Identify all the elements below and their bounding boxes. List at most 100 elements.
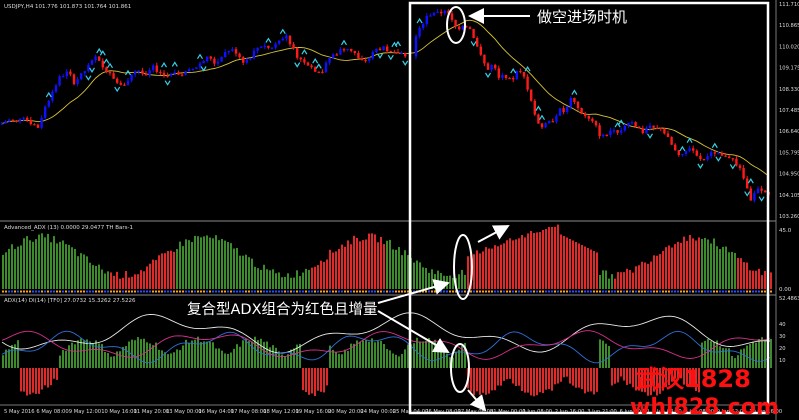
price-tick-label: 111.710: [779, 2, 799, 8]
signal-dot: [731, 290, 733, 293]
adx-bar: [365, 340, 367, 368]
adx-bar: [23, 368, 25, 392]
signal-dot: [371, 290, 373, 293]
signal-dot: [665, 290, 667, 293]
adx-bar: [275, 347, 277, 368]
composite-annotation: 复合型ADX组合为红色且增量: [187, 300, 378, 318]
hist-bar: [344, 246, 346, 289]
adx-bar: [335, 352, 337, 368]
adx-bar: [362, 340, 364, 368]
signal-dot: [86, 290, 88, 293]
signal-dot: [725, 290, 727, 293]
adx-bar: [89, 341, 91, 368]
signal-dot: [104, 290, 106, 293]
signal-dot: [182, 290, 184, 293]
hist-bar: [539, 232, 541, 289]
hist-bar: [566, 237, 568, 289]
indicator-tick-label: 30: [779, 334, 786, 340]
signal-dot: [479, 290, 481, 293]
hist-bar: [53, 236, 55, 289]
hist-bar: [515, 239, 517, 289]
adx-bar: [389, 350, 391, 368]
hist-bar: [413, 262, 415, 289]
signal-dot: [332, 290, 334, 293]
signal-dot: [518, 290, 520, 293]
signal-dot: [326, 290, 328, 293]
signal-dot: [473, 290, 475, 293]
signal-dot: [41, 290, 43, 293]
hist-bar: [200, 237, 202, 289]
adx-bar: [566, 368, 568, 377]
adx-bar: [500, 368, 502, 386]
hist-bar: [368, 233, 370, 289]
signal-dot: [659, 290, 661, 293]
hist-bar: [740, 258, 742, 289]
adx-bar: [551, 368, 553, 391]
time-tick-label: 6 May 08:00: [36, 409, 68, 415]
signal-dot: [248, 290, 250, 293]
signal-dot: [65, 290, 67, 293]
signal-dot: [221, 290, 223, 293]
hist-bar: [68, 244, 70, 289]
hist-bar: [314, 266, 316, 289]
signal-dot: [329, 290, 331, 293]
signal-dot: [392, 290, 394, 293]
time-tick-label: 9 May 12:00: [69, 409, 101, 415]
adx-bar: [53, 368, 55, 379]
hist-bar: [680, 242, 682, 289]
adx-bar: [236, 344, 238, 368]
adx-bar: [491, 368, 493, 391]
hist-bar: [755, 270, 757, 289]
candle: [90, 59, 94, 65]
signal-dot: [44, 290, 46, 293]
signal-dot: [683, 290, 685, 293]
hist-bar: [149, 263, 151, 289]
hist-bar: [176, 249, 178, 289]
hist-bar: [209, 237, 211, 289]
adx-bar: [593, 368, 595, 395]
adx-bar: [422, 341, 424, 368]
hist-bar: [377, 242, 379, 289]
adx-bar: [20, 368, 22, 392]
adx-bar: [560, 368, 562, 382]
hist-bar: [272, 269, 274, 289]
hist-bar: [320, 260, 322, 289]
adx-bar: [65, 350, 67, 368]
hist-bar: [110, 272, 112, 289]
signal-dot: [236, 290, 238, 293]
signal-dot: [365, 290, 367, 293]
adx-bar: [128, 341, 130, 368]
adx-bar: [590, 368, 592, 392]
hist-bar: [275, 273, 277, 289]
signal-dot: [293, 290, 295, 293]
adx-bar: [578, 368, 580, 388]
signal-dot: [257, 290, 259, 293]
hist-bar: [113, 275, 115, 289]
hist-bar: [443, 275, 445, 289]
candle: [58, 74, 61, 87]
hist-bar: [593, 251, 595, 289]
adx-bar: [395, 354, 397, 368]
candle: [382, 45, 385, 51]
signal-dot: [647, 290, 649, 293]
hist-bar: [278, 272, 280, 289]
hist-bar: [266, 269, 268, 289]
adx-bar: [626, 368, 628, 385]
price-tick-label: 107.485: [779, 108, 799, 114]
signal-dot: [341, 290, 343, 293]
hist-bar: [485, 247, 487, 289]
hist-bar: [647, 263, 649, 289]
signal-dot: [308, 290, 310, 293]
signal-dot: [209, 290, 211, 293]
hist-bar: [734, 252, 736, 289]
signal-dot: [116, 290, 118, 293]
signal-dot: [254, 290, 256, 293]
signal-dot: [113, 290, 115, 293]
time-tick-label: 5 May 2016: [4, 409, 35, 415]
hist-bar: [626, 268, 628, 289]
signal-dot: [536, 290, 538, 293]
signal-dot: [539, 290, 541, 293]
adx-bar: [179, 350, 181, 368]
hist-bar: [74, 248, 76, 289]
signal-dot: [134, 290, 136, 293]
